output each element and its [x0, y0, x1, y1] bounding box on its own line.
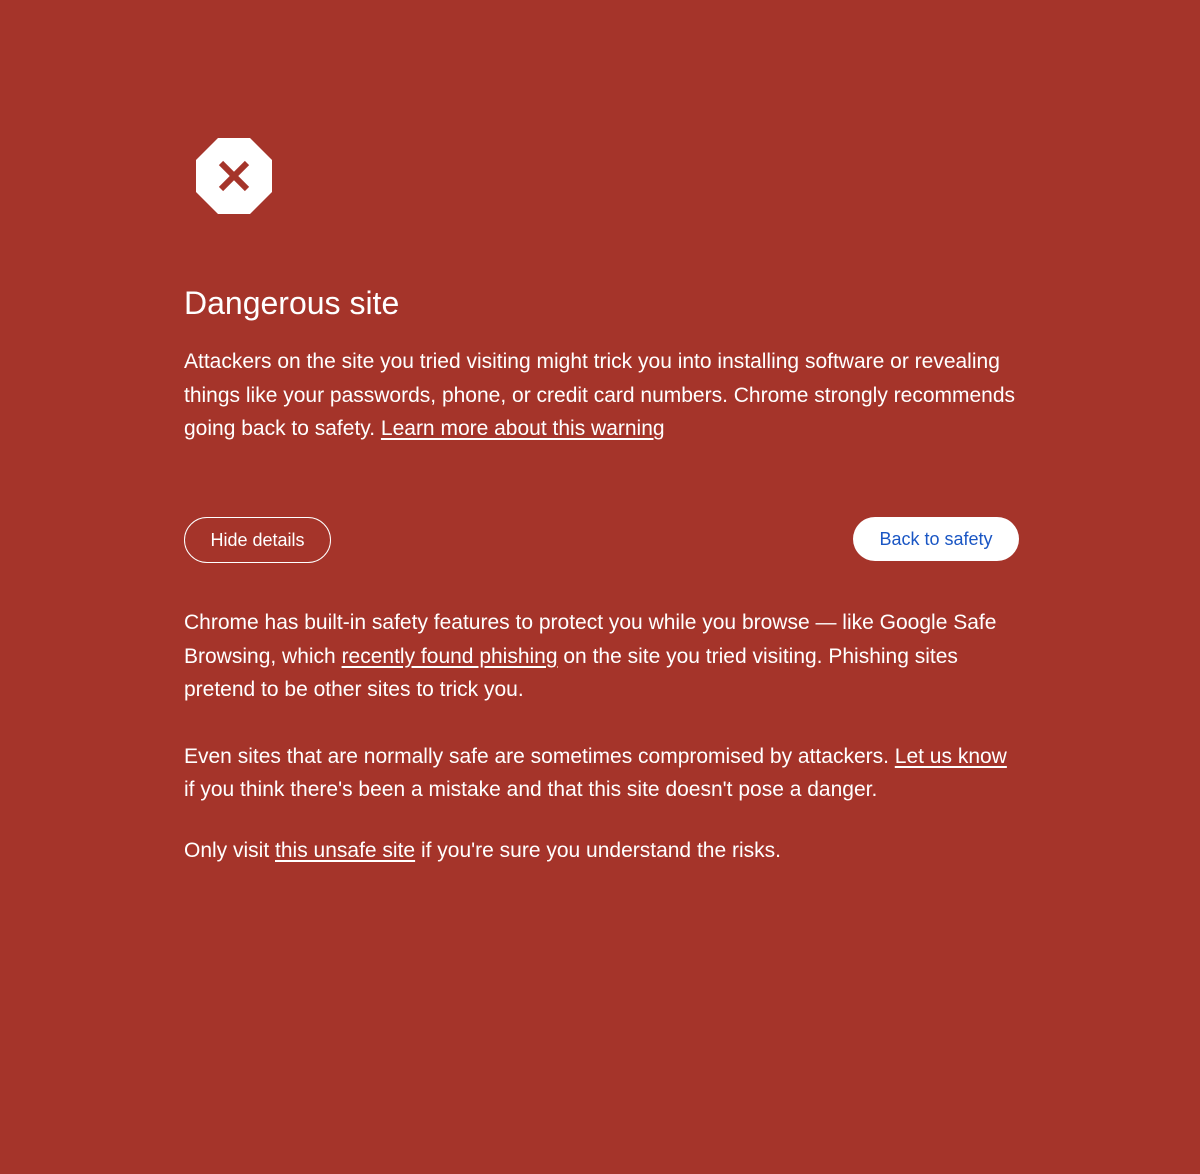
hide-details-button[interactable]: Hide details: [184, 517, 331, 563]
details-paragraph-proceed: Only visit this unsafe site if you're su…: [184, 834, 1019, 868]
details-text: if you're sure you understand the risks.: [415, 838, 781, 862]
details-text: Even sites that are normally safe are so…: [184, 744, 895, 768]
recently-found-phishing-link[interactable]: recently found phishing: [342, 645, 558, 668]
main-message: Attackers on the site you tried visiting…: [184, 345, 1019, 446]
details-text: if you think there's been a mistake and …: [184, 778, 878, 801]
let-us-know-link[interactable]: Let us know: [895, 745, 1007, 768]
details-paragraph-phishing: Chrome has built-in safety features to p…: [184, 606, 1019, 707]
danger-octagon-icon: [196, 138, 272, 214]
page-title: Dangerous site: [184, 285, 400, 321]
learn-more-link[interactable]: Learn more about this warning: [381, 417, 665, 440]
proceed-unsafe-site-link[interactable]: this unsafe site: [275, 839, 415, 862]
details-paragraph-report: Even sites that are normally safe are so…: [184, 740, 1019, 807]
details-text: Only visit: [184, 838, 276, 862]
back-to-safety-button[interactable]: Back to safety: [853, 517, 1019, 561]
details-section: Chrome has built-in safety features to p…: [184, 606, 1019, 867]
